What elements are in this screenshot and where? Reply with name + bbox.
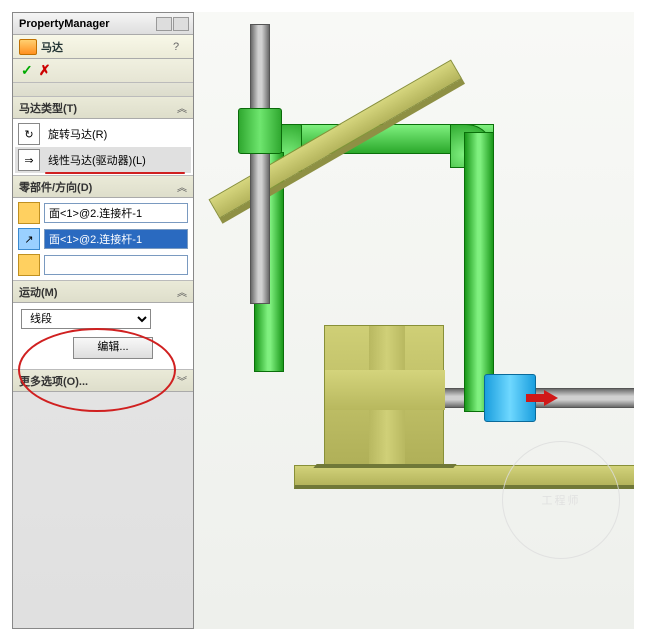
- spacer: [13, 83, 193, 97]
- direction-arrow-icon[interactable]: ↗: [18, 228, 40, 250]
- linear-motor-icon: ⇒: [18, 149, 40, 171]
- motion-type-select[interactable]: 线段: [21, 309, 151, 329]
- group-header-component-dir[interactable]: 零部件/方向(D) ︽: [13, 176, 193, 198]
- group-body-motion: 线段 编辑...: [13, 303, 193, 370]
- motor-feature-icon: [19, 39, 37, 55]
- face-select-icon[interactable]: [18, 202, 40, 224]
- watermark: 工程师: [502, 441, 620, 559]
- feature-title-bar: 马达 ?: [13, 35, 193, 59]
- property-manager-panel: PropertyManager 马达 ? ✓ ✗ 马达类型(T) ︽ ↻ 旋转马…: [12, 12, 194, 629]
- panel-tab-icons: [156, 17, 189, 31]
- rotary-motor-icon: ↻: [18, 123, 40, 145]
- edit-button[interactable]: 编辑...: [73, 337, 153, 359]
- 3d-viewport[interactable]: 工程师: [194, 12, 634, 629]
- chevron-up-icon: ︽: [177, 100, 187, 115]
- relative-row: [15, 252, 191, 278]
- chevron-up-icon: ︽: [177, 284, 187, 299]
- direction-row: ↗ 面<1>@2.连接杆-1: [15, 226, 191, 252]
- group-body-motor-type: ↻ 旋转马达(R) ⇒ 线性马达(驱动器)(L): [13, 119, 193, 176]
- relative-component-icon[interactable]: [18, 254, 40, 276]
- green-clamp-top: [238, 108, 282, 154]
- ok-button[interactable]: ✓: [21, 62, 33, 79]
- group-label: 零部件/方向(D): [19, 179, 177, 195]
- group-label: 运动(M): [19, 284, 177, 300]
- motion-direction-arrow: [526, 390, 560, 406]
- confirm-row: ✓ ✗: [13, 59, 193, 83]
- watermark-text: 工程师: [542, 492, 581, 508]
- feature-name: 马达: [41, 39, 173, 55]
- direction-face-field[interactable]: 面<1>@2.连接杆-1: [44, 229, 188, 249]
- tab-icon-2[interactable]: [173, 17, 189, 31]
- rotary-motor-label: 旋转马达(R): [44, 124, 188, 144]
- chevron-up-icon: ︽: [177, 179, 187, 194]
- group-header-more-options[interactable]: 更多选项(O)... ︾: [13, 370, 193, 392]
- vertical-rod: [250, 24, 270, 304]
- group-label: 更多选项(O)...: [19, 373, 177, 389]
- component-face-row: 面<1>@2.连接杆-1: [15, 200, 191, 226]
- group-body-component-dir: 面<1>@2.连接杆-1 ↗ 面<1>@2.连接杆-1: [13, 198, 193, 281]
- cancel-button[interactable]: ✗: [39, 62, 51, 79]
- group-header-motor-type[interactable]: 马达类型(T) ︽: [13, 97, 193, 119]
- panel-title-bar: PropertyManager: [13, 13, 193, 35]
- chevron-down-icon: ︾: [177, 373, 187, 388]
- motor-type-rotary[interactable]: ↻ 旋转马达(R): [15, 121, 191, 147]
- relative-component-field[interactable]: [44, 255, 188, 275]
- motor-type-linear[interactable]: ⇒ 线性马达(驱动器)(L): [15, 147, 191, 173]
- group-header-motion[interactable]: 运动(M) ︽: [13, 281, 193, 303]
- linear-motor-label: 线性马达(驱动器)(L): [44, 150, 188, 170]
- panel-title: PropertyManager: [17, 18, 156, 30]
- tab-icon-1[interactable]: [156, 17, 172, 31]
- group-label: 马达类型(T): [19, 100, 177, 116]
- help-pin-icon[interactable]: ?: [173, 41, 187, 53]
- component-face-field[interactable]: 面<1>@2.连接杆-1: [44, 203, 188, 223]
